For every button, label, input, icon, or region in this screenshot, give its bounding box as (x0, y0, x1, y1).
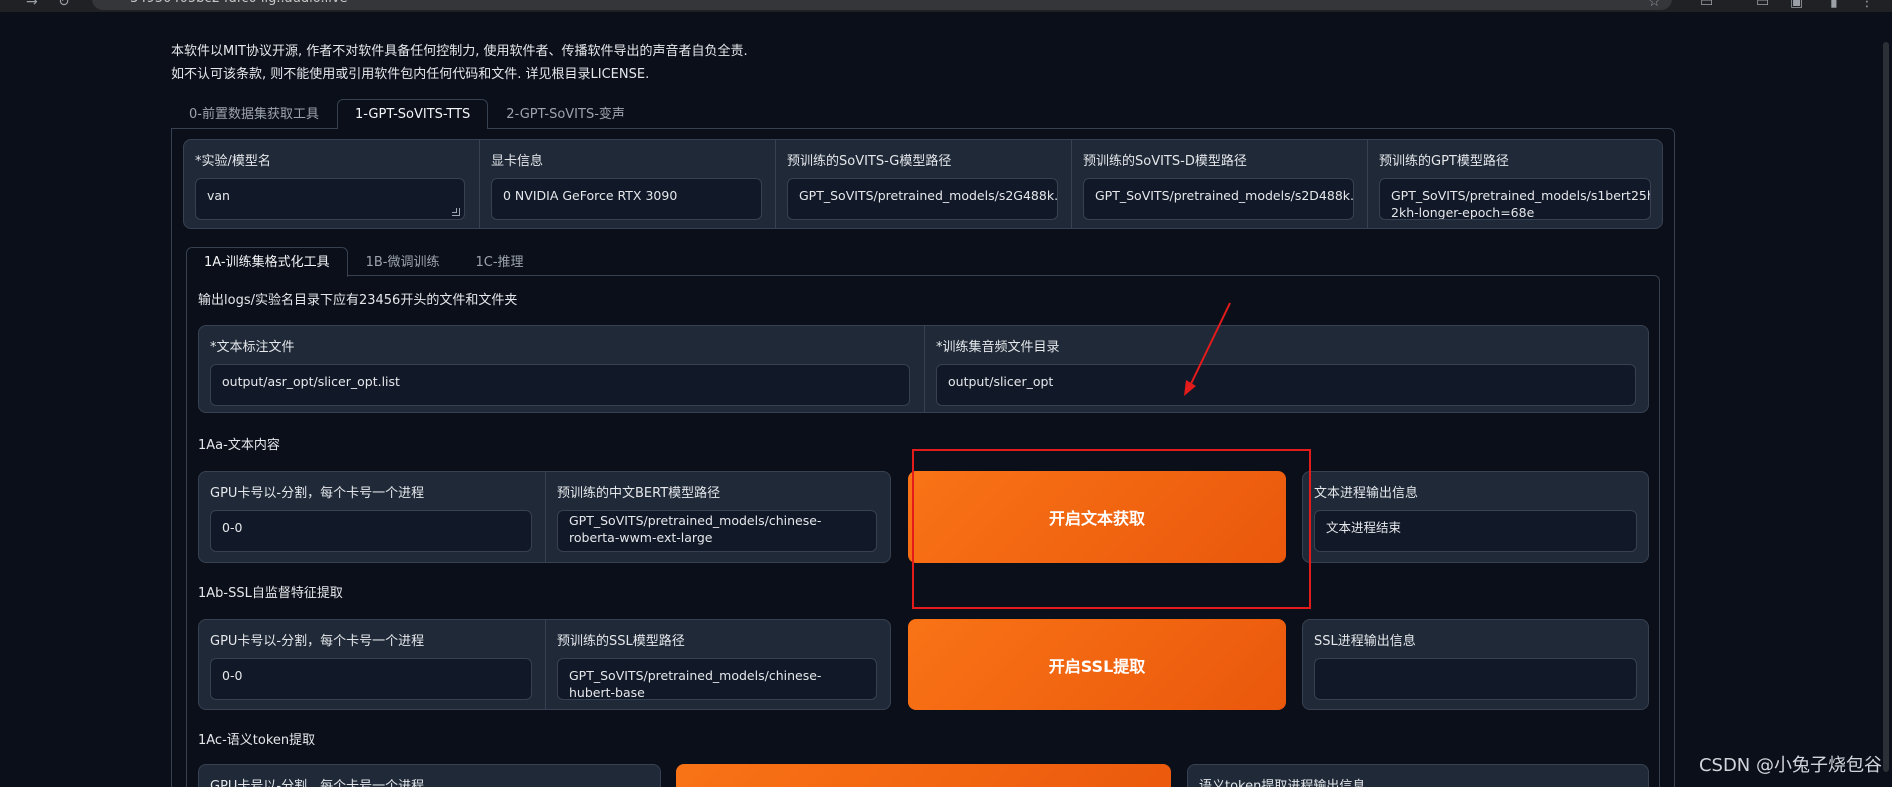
step-1aa-title: 1Aa-文本内容 (198, 438, 280, 453)
token-output-label: 语义token提取进程输出信息 (1199, 779, 1366, 787)
resize-handle-icon[interactable] (452, 208, 460, 216)
gpu-info-input[interactable]: 0 NVIDIA GeForce RTX 3090 (491, 178, 762, 220)
license-notice: 本软件以MIT协议开源, 作者不对软件具备任何控制力, 使用软件者、传播软件导出… (171, 40, 748, 86)
main-tabs: 0-前置数据集获取工具 1-GPT-SoVITS-TTS 2-GPT-SoVIT… (171, 99, 643, 129)
audio-dir-label: *训练集音频文件目录 (936, 340, 1060, 355)
tab-inference[interactable]: 1C-推理 (457, 247, 541, 277)
tab-search-icon[interactable]: ▭ (1756, 0, 1769, 10)
audio-dir-cell: *训练集音频文件目录 output/slicer_opt (924, 326, 1648, 412)
sovits-d-label: 预训练的SoVITS-D模型路径 (1083, 154, 1247, 169)
sovits-d-cell: 预训练的SoVITS-D模型路径 GPT_SoVITS/pretrained_m… (1071, 140, 1367, 228)
ssl-output-block: SSL进程输出信息 (1302, 619, 1649, 710)
text-output-block: 文本进程输出信息 文本进程结束 (1302, 471, 1649, 563)
model-config-row: *实验/模型名 van 显卡信息 0 NVIDIA GeForce RTX 30… (183, 139, 1663, 229)
reload-icon[interactable]: ↻ (58, 0, 70, 10)
extension-icon[interactable]: ▭ (1700, 0, 1713, 10)
csdn-watermark: CSDN @小兔子烧包谷 (1698, 755, 1882, 776)
tab-gpt-sovits-tts[interactable]: 1-GPT-SoVITS-TTS (336, 99, 489, 129)
token-gpu-ids-label: GPU卡号以-分割，每个卡号一个进程 (210, 779, 425, 787)
start-text-extract-button[interactable]: 开启文本获取 (908, 471, 1286, 563)
gpt-model-input[interactable]: GPT_SoVITS/pretrained_models/s1bert25hz-… (1379, 178, 1651, 220)
sidebar-icon[interactable]: ▣ (1790, 0, 1803, 10)
text-label-file-cell: *文本标注文件 output/asr_opt/slicer_opt.list (199, 326, 924, 412)
bert-path-input[interactable]: GPT_SoVITS/pretrained_models/chinese-rob… (557, 510, 877, 552)
ssl-path-input[interactable]: GPT_SoVITS/pretrained_models/chinese-hub… (557, 658, 877, 700)
exp-name-label: *实验/模型名 (195, 154, 271, 169)
bert-path-label: 预训练的中文BERT模型路径 (557, 486, 721, 501)
start-token-extract-button[interactable] (676, 764, 1171, 787)
browser-toolbar: → ↻ 34950405bc2 fdfc0 iig..audio.live ☆ … (0, 0, 1892, 12)
step-1ac-params: GPU卡号以-分割，每个卡号一个进程 (198, 764, 661, 787)
dataset-paths-row: *文本标注文件 output/asr_opt/slicer_opt.list *… (198, 325, 1649, 413)
gpt-model-label: 预训练的GPT模型路径 (1379, 154, 1509, 169)
gpu-ids-label: GPU卡号以-分割，每个卡号一个进程 (210, 486, 425, 501)
notice-line-2: 如不认可该条款, 则不能使用或引用软件包内任何代码和文件. 详见根目录LICEN… (171, 67, 650, 82)
gpu-ids-cell: GPU卡号以-分割，每个卡号一个进程 0-0 (199, 472, 545, 562)
tab-dataset-tools[interactable]: 0-前置数据集获取工具 (171, 99, 337, 129)
tab-dataset-format[interactable]: 1A-训练集格式化工具 (186, 247, 348, 277)
gpu-info-label: 显卡信息 (491, 154, 544, 169)
forward-icon[interactable]: → (26, 0, 38, 10)
start-ssl-extract-button[interactable]: 开启SSL提取 (908, 619, 1286, 710)
sovits-d-input[interactable]: GPT_SoVITS/pretrained_models/s2D488k.pth (1083, 178, 1354, 220)
ssl-path-cell: 预训练的SSL模型路径 GPT_SoVITS/pretrained_models… (545, 620, 890, 709)
output-hint: 输出logs/实验名目录下应有23456开头的文件和文件夹 (198, 293, 518, 308)
notice-line-1: 本软件以MIT协议开源, 作者不对软件具备任何控制力, 使用软件者、传播软件导出… (171, 44, 748, 59)
ssl-path-label: 预训练的SSL模型路径 (557, 634, 685, 649)
ssl-gpu-ids-cell: GPU卡号以-分割，每个卡号一个进程 0-0 (199, 620, 545, 709)
audio-dir-input[interactable]: output/slicer_opt (936, 364, 1636, 406)
ssl-output-box[interactable] (1314, 658, 1637, 700)
bookmark-star-icon[interactable]: ☆ (1648, 0, 1661, 10)
text-output-label: 文本进程输出信息 (1314, 486, 1419, 501)
tab-voice-change[interactable]: 2-GPT-SoVITS-变声 (488, 99, 643, 129)
sovits-g-label: 预训练的SoVITS-G模型路径 (787, 154, 952, 169)
exp-name-cell: *实验/模型名 van (184, 140, 479, 228)
text-label-file-input[interactable]: output/asr_opt/slicer_opt.list (210, 364, 910, 406)
sovits-g-input[interactable]: GPT_SoVITS/pretrained_models/s2G488k.pth (787, 178, 1058, 220)
gpu-ids-input[interactable]: 0-0 (210, 510, 532, 552)
exp-name-input[interactable]: van (195, 178, 465, 220)
tts-panel: *实验/模型名 van 显卡信息 0 NVIDIA GeForce RTX 30… (171, 128, 1675, 787)
gpu-info-cell: 显卡信息 0 NVIDIA GeForce RTX 3090 (479, 140, 775, 228)
ssl-gpu-ids-input[interactable]: 0-0 (210, 658, 532, 700)
ssl-gpu-ids-label: GPU卡号以-分割，每个卡号一个进程 (210, 634, 425, 649)
ssl-output-label: SSL进程输出信息 (1314, 634, 1416, 649)
text-output-box[interactable]: 文本进程结束 (1314, 510, 1637, 552)
page-scrollbar[interactable] (1880, 12, 1892, 787)
token-output-block: 语义token提取进程输出信息 (1187, 764, 1649, 787)
address-bar[interactable]: 34950405bc2 fdfc0 iig..audio.live (92, 0, 1672, 10)
tab-finetune[interactable]: 1B-微调训练 (348, 247, 458, 277)
sovits-g-cell: 预训练的SoVITS-G模型路径 GPT_SoVITS/pretrained_m… (775, 140, 1071, 228)
step-1ac-title: 1Ac-语义token提取 (198, 733, 316, 748)
step-1aa-params: GPU卡号以-分割，每个卡号一个进程 0-0 预训练的中文BERT模型路径 GP… (198, 471, 891, 563)
profile-icon[interactable]: ▮ (1830, 0, 1838, 10)
scrollbar-thumb[interactable] (1883, 42, 1889, 772)
step-1ab-params: GPU卡号以-分割，每个卡号一个进程 0-0 预训练的SSL模型路径 GPT_S… (198, 619, 891, 710)
menu-icon[interactable]: ⋮ (1860, 0, 1874, 10)
bert-path-cell: 预训练的中文BERT模型路径 GPT_SoVITS/pretrained_mod… (545, 472, 890, 562)
step-1ab-title: 1Ab-SSL自监督特征提取 (198, 586, 343, 601)
gpt-model-cell: 预训练的GPT模型路径 GPT_SoVITS/pretrained_models… (1367, 140, 1662, 228)
sub-tabs: 1A-训练集格式化工具 1B-微调训练 1C-推理 (186, 247, 542, 277)
text-label-file-label: *文本标注文件 (210, 340, 295, 355)
